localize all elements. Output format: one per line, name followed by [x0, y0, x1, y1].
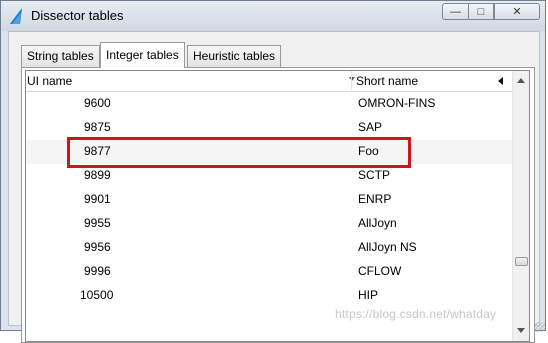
cell-short-name: AllJoyn	[358, 216, 397, 230]
table-row[interactable]: 9996 CFLOW	[26, 260, 512, 284]
scroll-thumb[interactable]	[515, 257, 528, 266]
table-row[interactable]: 9600 OMRON-FINS	[26, 92, 512, 116]
header-divider[interactable]	[351, 71, 352, 90]
maximize-icon: □	[477, 5, 485, 18]
resize-grip[interactable]	[535, 322, 545, 332]
close-button[interactable]: ✕	[494, 3, 540, 20]
tab-string-tables[interactable]: String tables	[21, 45, 100, 67]
sort-indicator-icon	[349, 77, 355, 81]
column-header-ui-name[interactable]: UI name	[27, 74, 72, 88]
cell-short-name: HIP	[358, 288, 379, 302]
wireshark-fin-icon	[10, 8, 22, 24]
cell-short-name: SAP	[358, 120, 383, 134]
cell-short-name: OMRON-FINS	[358, 96, 436, 110]
tab-panel: UI name Short name 9600 OMRON-FINS 9875 …	[21, 67, 535, 343]
cell-short-name: CFLOW	[358, 264, 402, 278]
table-row[interactable]: 9956 AllJoyn NS	[26, 236, 512, 260]
cell-ui-name: 9955	[84, 216, 111, 230]
title-bar[interactable]: Dissector tables — □ ✕	[1, 1, 545, 31]
scroll-down-icon[interactable]	[517, 328, 525, 333]
window-title: Dissector tables	[31, 8, 124, 23]
cell-short-name: SCTP	[358, 168, 391, 182]
cell-ui-name: 9901	[84, 192, 111, 206]
dissector-table-tree[interactable]: UI name Short name 9600 OMRON-FINS 9875 …	[25, 70, 530, 342]
cell-ui-name: 9600	[84, 96, 111, 110]
watermark-text: https://blog.csdn.net/whatday	[335, 307, 497, 321]
cell-ui-name: 9956	[84, 240, 111, 254]
cell-ui-name: 10500	[80, 288, 114, 302]
maximize-button[interactable]: □	[468, 3, 494, 20]
table-row[interactable]: 9901 ENRP	[26, 188, 512, 212]
tab-integer-tables[interactable]: Integer tables	[100, 42, 185, 68]
cell-ui-name: 9899	[84, 168, 111, 182]
vertical-scrollbar[interactable]	[512, 71, 529, 341]
column-header-short-name[interactable]: Short name	[356, 74, 418, 88]
table-row[interactable]: 9955 AllJoyn	[26, 212, 512, 236]
collapse-arrow-icon[interactable]	[498, 77, 503, 85]
table-row[interactable]: 10500 HIP	[26, 284, 512, 308]
scroll-up-icon[interactable]	[517, 78, 525, 83]
dissector-tables-window: Dissector tables — □ ✕ String tables Int…	[0, 0, 546, 343]
dialog-body: String tables Integer tables Heuristic t…	[8, 31, 540, 343]
minimize-icon: —	[450, 5, 461, 18]
tab-heuristic-tables[interactable]: Heuristic tables	[187, 45, 282, 67]
cell-ui-name: 9996	[84, 264, 111, 278]
highlight-annotation-box	[67, 137, 411, 168]
cell-short-name: AllJoyn NS	[358, 240, 417, 254]
close-icon: ✕	[512, 6, 522, 18]
minimize-button[interactable]: —	[442, 3, 468, 20]
cell-ui-name: 9875	[84, 120, 111, 134]
table-header: UI name Short name	[26, 71, 512, 92]
cell-short-name: ENRP	[358, 192, 392, 206]
